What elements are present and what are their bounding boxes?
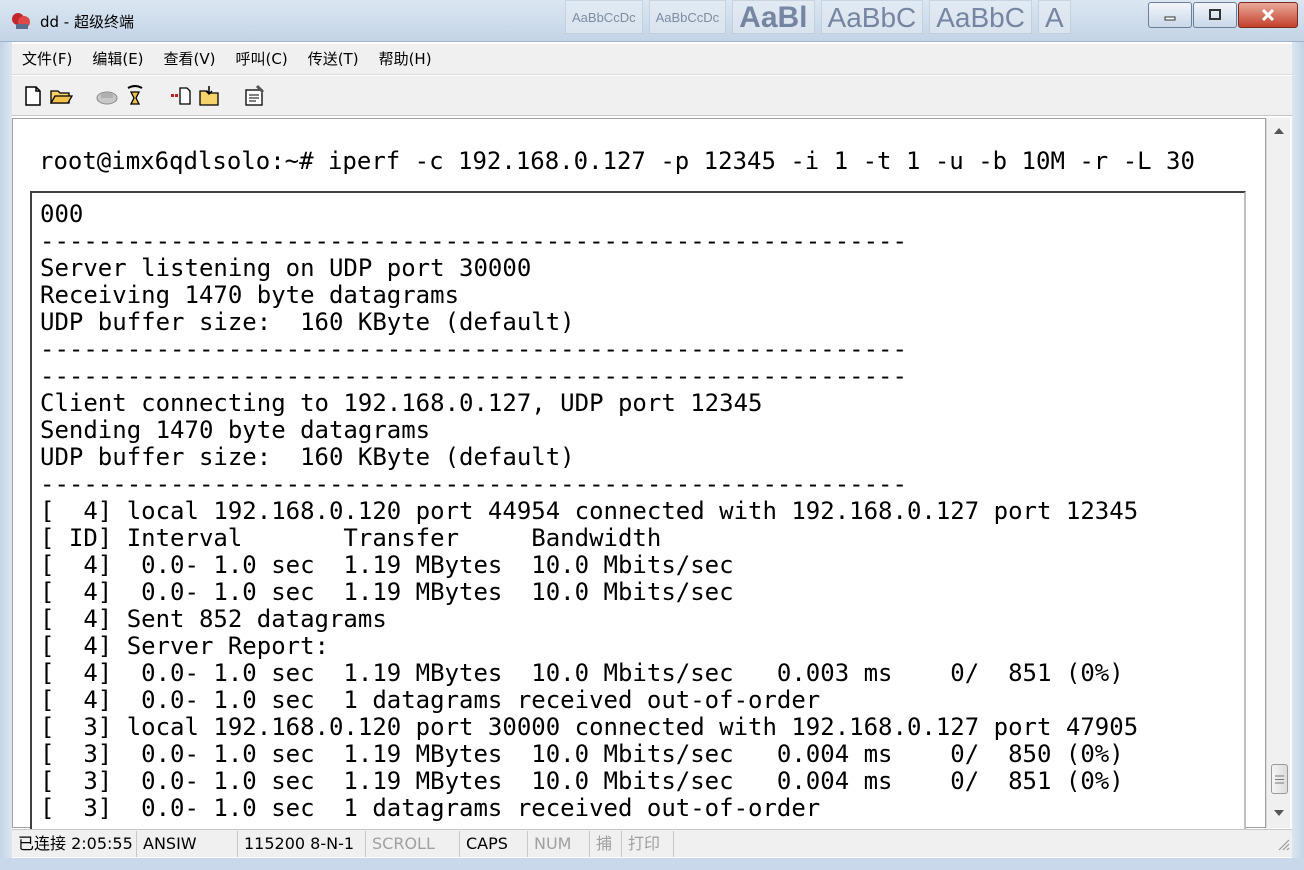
terminal-line: [ 4] 0.0- 1.0 sec 1.19 MBytes 10.0 Mbits… [40,578,734,606]
terminal-line: [ 3] 0.0- 1.0 sec 1.19 MBytes 10.0 Mbits… [40,767,1124,795]
terminal-line: ----------------------------------------… [40,335,907,363]
hyperterminal-icon [12,13,30,29]
terminal-line: [ 4] Sent 852 datagrams [40,605,387,633]
terminal-line: Client connecting to 192.168.0.127, UDP … [40,389,763,417]
vertical-scrollbar[interactable] [1266,118,1290,828]
menu-edit[interactable]: 编辑(E) [82,46,153,72]
receive-icon [199,85,219,106]
close-button[interactable] [1238,2,1298,28]
scroll-thumb[interactable] [1271,764,1288,794]
scroll-down-button[interactable] [1267,802,1291,824]
disconnect-icon [96,91,118,104]
status-num: NUM [528,830,590,857]
status-port-settings: 115200 8-N-1 [238,830,366,857]
scroll-down-icon [1274,810,1284,816]
status-caps: CAPS [460,830,528,857]
menu-bar: 文件(F) 编辑(E) 查看(V) 呼叫(C) 传送(T) 帮助(H) [12,44,1292,75]
terminal-output: 000 -------------------------------------… [40,201,1138,822]
terminal-line: UDP buffer size: 160 KByte (default) [40,308,575,336]
maximize-button[interactable] [1193,2,1237,28]
ribbon-style-4: AaBbC [820,0,924,34]
terminal-line: [ 3] 0.0- 1.0 sec 1.19 MBytes 10.0 Mbits… [40,740,1124,768]
close-icon [1261,8,1275,22]
command-line: root@imx6qdlsolo:~# iperf -c 192.168.0.1… [39,147,1195,175]
terminal-line: 000 [40,200,84,228]
window-border-left [0,42,12,870]
scroll-up-button[interactable] [1267,120,1291,142]
status-print: 打印 [622,830,674,857]
terminal-line: [ 4] local 192.168.0.120 port 44954 conn… [40,497,1139,525]
terminal-line: ----------------------------------------… [40,470,907,498]
receive-button[interactable] [196,83,222,109]
ribbon-style-6: A [1037,0,1071,34]
terminal-line: Receiving 1470 byte datagrams [40,281,460,309]
menu-transfer[interactable]: 传送(T) [298,46,369,72]
terminal-line: [ ID] Interval Transfer Bandwidth [40,524,662,552]
terminal-line: [ 3] 0.0- 1.0 sec 1 datagrams received o… [40,794,821,822]
terminal-line: ----------------------------------------… [40,227,907,255]
title-bar: AaBbCcDc AaBbCcDc AaBl AaBbC AaBbC A dd … [0,0,1304,42]
new-button[interactable] [20,83,46,109]
open-button[interactable] [48,83,74,109]
minimize-icon [1164,16,1176,21]
terminal-line: Sending 1470 byte datagrams [40,416,431,444]
properties-button[interactable] [242,83,268,109]
status-bar: 已连接 2:05:55 ANSIW 115200 8-N-1 SCROLL CA… [12,829,1292,857]
grip-icon [1275,775,1284,783]
scroll-up-icon [1274,128,1284,134]
terminal-line: [ 3] local 192.168.0.120 port 30000 conn… [40,713,1139,741]
status-emulation: ANSIW [137,830,238,857]
resize-grip-icon[interactable] [1276,837,1290,851]
window-border-bottom [0,858,1304,870]
menu-file[interactable]: 文件(F) [12,46,82,72]
ribbon-style-3: AaBl [732,0,815,34]
terminal-line: UDP buffer size: 160 KByte (default) [40,443,575,471]
properties-icon [245,84,265,106]
new-icon [25,85,41,106]
terminal-line: [ 4] 0.0- 1.0 sec 1.19 MBytes 10.0 Mbits… [40,551,734,579]
menu-call[interactable]: 呼叫(C) [226,46,298,72]
minimize-button[interactable] [1148,2,1192,28]
ribbon-style-1: AaBbCcDc [565,0,643,34]
toolbar [12,76,1292,116]
maximize-icon [1209,9,1221,20]
status-connected: 已连接 2:05:55 [12,830,137,857]
ribbon-style-5: AaBbC [929,0,1032,34]
status-scroll: SCROLL [366,830,460,857]
menu-help[interactable]: 帮助(H) [369,46,442,72]
open-icon [49,89,73,104]
terminal-line: [ 4] 0.0- 1.0 sec 1.19 MBytes 10.0 Mbits… [40,659,1124,687]
status-capture: 捕 [590,830,622,857]
terminal-line: ----------------------------------------… [40,362,907,390]
dial-button[interactable] [122,83,148,109]
ribbon-style-2: AaBbCcDc [648,0,727,34]
terminal-screen[interactable]: 000 -------------------------------------… [30,191,1246,831]
dial-icon [127,84,143,105]
terminal-line: [ 4] Server Report: [40,632,329,660]
send-icon [171,86,191,105]
disconnect-button[interactable] [94,83,120,109]
window-border-right [1292,42,1304,870]
send-button[interactable] [168,83,194,109]
terminal-line: [ 4] 0.0- 1.0 sec 1 datagrams received o… [40,686,821,714]
terminal-line: Server listening on UDP port 30000 [40,254,532,282]
background-ribbon: AaBbCcDc AaBbCcDc AaBl AaBbC AaBbC A [565,0,1071,36]
window-title: dd - 超级终端 [40,13,134,31]
window-controls [1148,2,1298,28]
menu-view[interactable]: 查看(V) [154,46,226,72]
